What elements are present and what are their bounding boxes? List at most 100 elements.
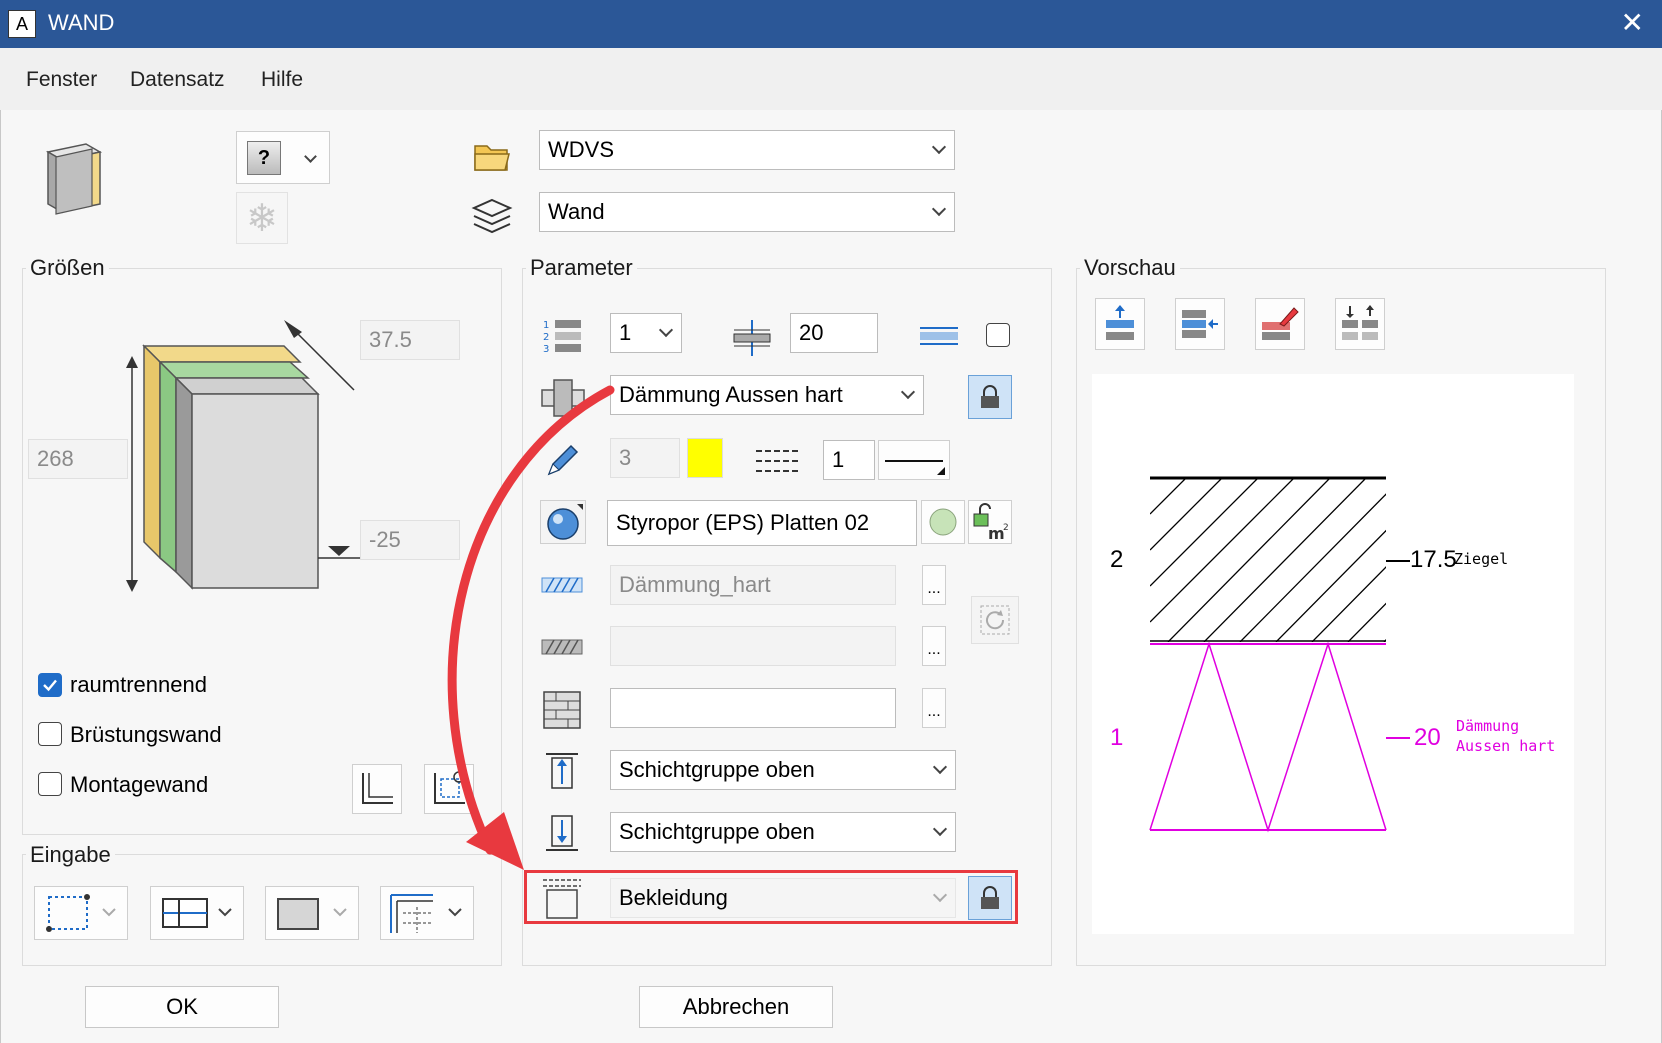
surface-preview-button[interactable] [921, 500, 965, 544]
chevron-down-icon [932, 759, 948, 775]
input-mode-3-button[interactable] [265, 886, 359, 940]
layer2-name: Ziegel [1454, 550, 1509, 568]
folder-icon[interactable] [472, 138, 512, 174]
montagewand-checkbox[interactable] [38, 772, 62, 796]
thickness-input[interactable]: 20 [790, 313, 878, 353]
chevron-down-icon [658, 322, 674, 338]
layer1-thickness: 20 [1414, 724, 1441, 751]
app-icon: A [8, 10, 36, 38]
lock-icon [981, 385, 999, 408]
layer1-name-line2: Aussen hart [1456, 737, 1556, 755]
preview-tool-2-button[interactable] [1175, 298, 1225, 350]
bruestungswand-checkbox[interactable] [38, 722, 62, 746]
layer-number-value: 1 [619, 320, 632, 345]
wall-section-drawing [1149, 476, 1410, 833]
chevron-down-icon [931, 201, 947, 217]
montagewand-label: Montagewand [70, 772, 209, 797]
help-dropdown-button[interactable]: ? [236, 131, 330, 184]
preset-combo[interactable]: WDVS [539, 130, 955, 170]
input-mode-4-button[interactable] [380, 886, 474, 940]
hatch-preview-icon [920, 326, 958, 346]
line-style-button[interactable] [878, 440, 950, 480]
hatch-checkbox[interactable] [986, 323, 1010, 347]
raumtrennend-label: raumtrennend [70, 672, 207, 697]
insert-layer-middle-icon [1182, 310, 1218, 338]
reset-icon [980, 605, 1010, 635]
preview-tool-4-button[interactable] [1335, 298, 1385, 350]
eingabe-title: Eingabe [26, 842, 115, 868]
preview-tool-1-button[interactable] [1095, 298, 1145, 350]
thickness-display: 37.5 [360, 320, 460, 360]
fill-browse-button[interactable]: ... [922, 688, 946, 728]
layer1-index: 1 [1110, 724, 1124, 751]
layer2-thickness: 17.5 [1410, 546, 1457, 573]
dotted-rectangle-icon [46, 894, 116, 932]
preset-combo-value: WDVS [548, 137, 614, 162]
input-mode-1-button[interactable] [34, 886, 128, 940]
layer-number-combo[interactable]: 1 [610, 313, 682, 353]
menu-fenster[interactable]: Fenster [26, 68, 97, 92]
hatch-input: Dämmung_hart [610, 565, 896, 605]
bottom-group-combo[interactable]: Schichtgruppe oben [610, 812, 956, 852]
chevron-down-icon [900, 384, 916, 400]
wall-dimension-diagram [118, 320, 388, 600]
pattern-browse-button[interactable]: ... [922, 626, 946, 666]
fill-input[interactable] [610, 688, 896, 728]
layer1-name: Dämmung Aussen hart [1456, 716, 1555, 756]
hatch-browse-button[interactable]: ... [922, 565, 946, 605]
surface-input[interactable]: Styropor (EPS) Platten 02 [607, 500, 917, 546]
snowflake-icon: ❄ [246, 197, 278, 240]
groessen-title: Größen [26, 255, 109, 281]
pen-color-swatch[interactable] [687, 438, 723, 478]
bruestungswand-label: Brüstungswand [70, 722, 222, 747]
height-display: 268 [28, 439, 128, 479]
layers-icon[interactable] [470, 196, 514, 238]
thickness-icon [732, 318, 772, 358]
svg-text:2: 2 [1003, 523, 1009, 533]
layer2-index: 2 [1110, 546, 1124, 573]
insert-layer-top-icon [1106, 305, 1134, 340]
layer-combo[interactable]: Wand [539, 192, 955, 232]
cancel-button[interactable]: Abbrechen [639, 986, 833, 1028]
color-ball-icon [929, 508, 957, 536]
preview-tool-3-button[interactable] [1255, 298, 1305, 350]
parameter-title: Parameter [526, 255, 637, 281]
close-button[interactable]: ✕ [1621, 6, 1644, 39]
edit-layer-icon [1262, 307, 1299, 340]
freeze-button[interactable]: ❄ [236, 192, 288, 244]
input-mode-2-button[interactable] [150, 886, 244, 940]
menu-datensatz[interactable]: Datensatz [130, 68, 225, 92]
title-bar: A WAND ✕ [0, 0, 1662, 48]
reset-button[interactable] [971, 596, 1019, 644]
wall-type-icon [40, 138, 110, 218]
layer-combo-value: Wand [548, 199, 605, 224]
corner-icon [362, 773, 393, 804]
help-icon: ? [247, 140, 281, 175]
pattern-input [610, 626, 896, 666]
layer1-name-line1: Dämmung [1456, 717, 1520, 735]
material-combo[interactable]: Dämmung Aussen hart [610, 375, 924, 415]
menu-bar: Fenster Datensatz Hilfe [0, 48, 1662, 110]
chevron-down-icon [932, 821, 948, 837]
corner-button[interactable] [352, 764, 402, 814]
svg-text:1: 1 [543, 320, 549, 331]
top-group-value: Schichtgruppe oben [619, 757, 815, 782]
ok-button[interactable]: OK [85, 986, 279, 1028]
material-combo-value: Dämmung Aussen hart [619, 382, 843, 407]
annotation-arrow [447, 385, 615, 870]
chevron-down-icon [931, 139, 947, 155]
filled-rectangle-icon [277, 898, 347, 930]
chevron-down-icon [304, 150, 317, 163]
top-group-combo[interactable]: Schichtgruppe oben [610, 750, 956, 790]
wall-layout-icon [390, 894, 462, 933]
window-title: WAND [48, 10, 115, 35]
line-type-input[interactable]: 1 [823, 440, 875, 480]
area-unlock-icon: m2 [973, 503, 1009, 542]
vorschau-title: Vorschau [1080, 255, 1180, 281]
material-lock-button[interactable] [968, 375, 1012, 419]
preview-canvas: 2 17.5 Ziegel 1 20 Dämmung Aussen hart [1092, 374, 1574, 934]
raumtrennend-checkbox[interactable] [38, 673, 62, 697]
area-unlock-button[interactable]: m2 [968, 500, 1012, 544]
menu-hilfe[interactable]: Hilfe [261, 68, 303, 92]
svg-text:3: 3 [543, 344, 549, 355]
